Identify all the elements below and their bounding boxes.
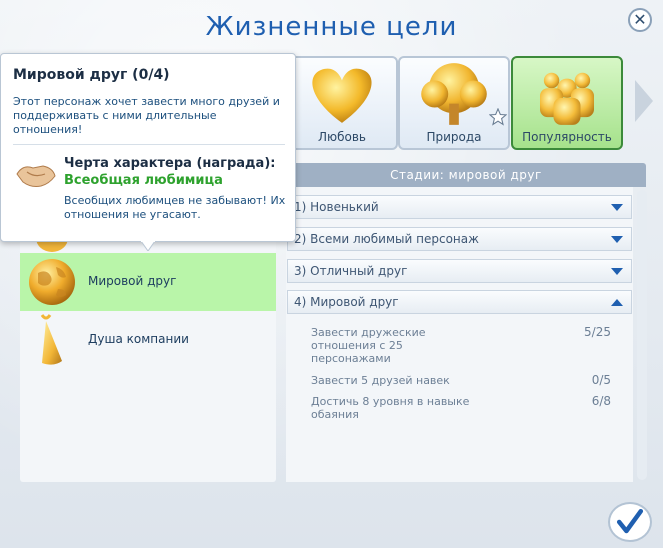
heart-icon [312, 68, 372, 123]
goal-label: Мировой друг [88, 274, 177, 288]
task-progress: 6/8 [591, 394, 611, 408]
close-button[interactable]: ✕ [628, 8, 652, 32]
stage-row[interactable]: 2) Всеми любимый персонаж [287, 227, 632, 251]
crowd-icon [540, 72, 594, 125]
stage-label: 4) Мировой друг [294, 295, 399, 309]
category-nature[interactable]: Природа [398, 56, 510, 150]
star-icon [489, 108, 507, 126]
trait-description: Всеобщих любимцев не забывают! Их отноше… [64, 194, 286, 221]
category-label: Популярность [522, 130, 612, 144]
trait-name: Всеобщая любимица [64, 173, 223, 188]
handshake-icon [16, 165, 56, 187]
stage-row[interactable]: 1) Новенький [287, 195, 632, 219]
task-item: Достичь 8 уровня в навыке обаяния 6/8 [311, 394, 611, 422]
page-title: Жизненные цели [205, 12, 458, 42]
globe-icon [29, 259, 75, 305]
party-hat-icon [40, 314, 62, 365]
category-label: Любовь [317, 130, 366, 144]
stage-row-expanded[interactable]: 4) Мировой друг [287, 290, 632, 314]
tooltip-description: Этот персонаж хочет завести много друзей… [13, 95, 280, 136]
tooltip-title: Мировой друг (0/4) [13, 67, 170, 83]
divider [13, 144, 285, 145]
stages-header: Стадии: мировой друг [286, 163, 646, 187]
task-item: Завести дружеские отношения с 25 персона… [311, 325, 611, 366]
stage-row[interactable]: 3) Отличный друг [287, 259, 632, 283]
trait-heading: Черта характера (награда): [64, 156, 276, 171]
tooltip-pointer [141, 241, 155, 251]
task-progress: 5/25 [584, 325, 611, 339]
task-text: Достичь 8 уровня в навыке обаяния [311, 395, 470, 421]
task-text: Завести 5 друзей навек [311, 374, 450, 387]
category-love[interactable]: Любовь [286, 56, 398, 150]
stage-label: 2) Всеми любимый персонаж [294, 232, 479, 246]
chevron-down-icon [611, 204, 623, 211]
goal-label: Душа компании [88, 332, 189, 346]
close-icon: ✕ [633, 10, 647, 29]
checkmark-icon [616, 508, 644, 534]
chevron-right-icon[interactable] [631, 76, 655, 126]
confirm-button[interactable] [608, 502, 652, 542]
stage-label: 1) Новенький [294, 200, 379, 214]
goal-item-world-friend[interactable]: Мировой друг [20, 253, 276, 311]
chevron-up-icon [611, 299, 623, 306]
chevron-down-icon [611, 268, 623, 275]
task-progress: 0/5 [591, 373, 611, 387]
task-text: Завести дружеские отношения с 25 персона… [311, 326, 426, 365]
task-item: Завести 5 друзей навек 0/5 [311, 373, 611, 388]
category-label: Природа [426, 130, 482, 144]
goal-tooltip: Мировой друг (0/4) Этот персонаж хочет з… [0, 53, 296, 242]
stage-label: 3) Отличный друг [294, 264, 408, 278]
goal-item-life-of-party[interactable]: Душа компании [20, 311, 276, 369]
category-popularity[interactable]: Популярность [511, 56, 623, 150]
chevron-down-icon [611, 236, 623, 243]
scrollbar[interactable] [637, 190, 647, 480]
